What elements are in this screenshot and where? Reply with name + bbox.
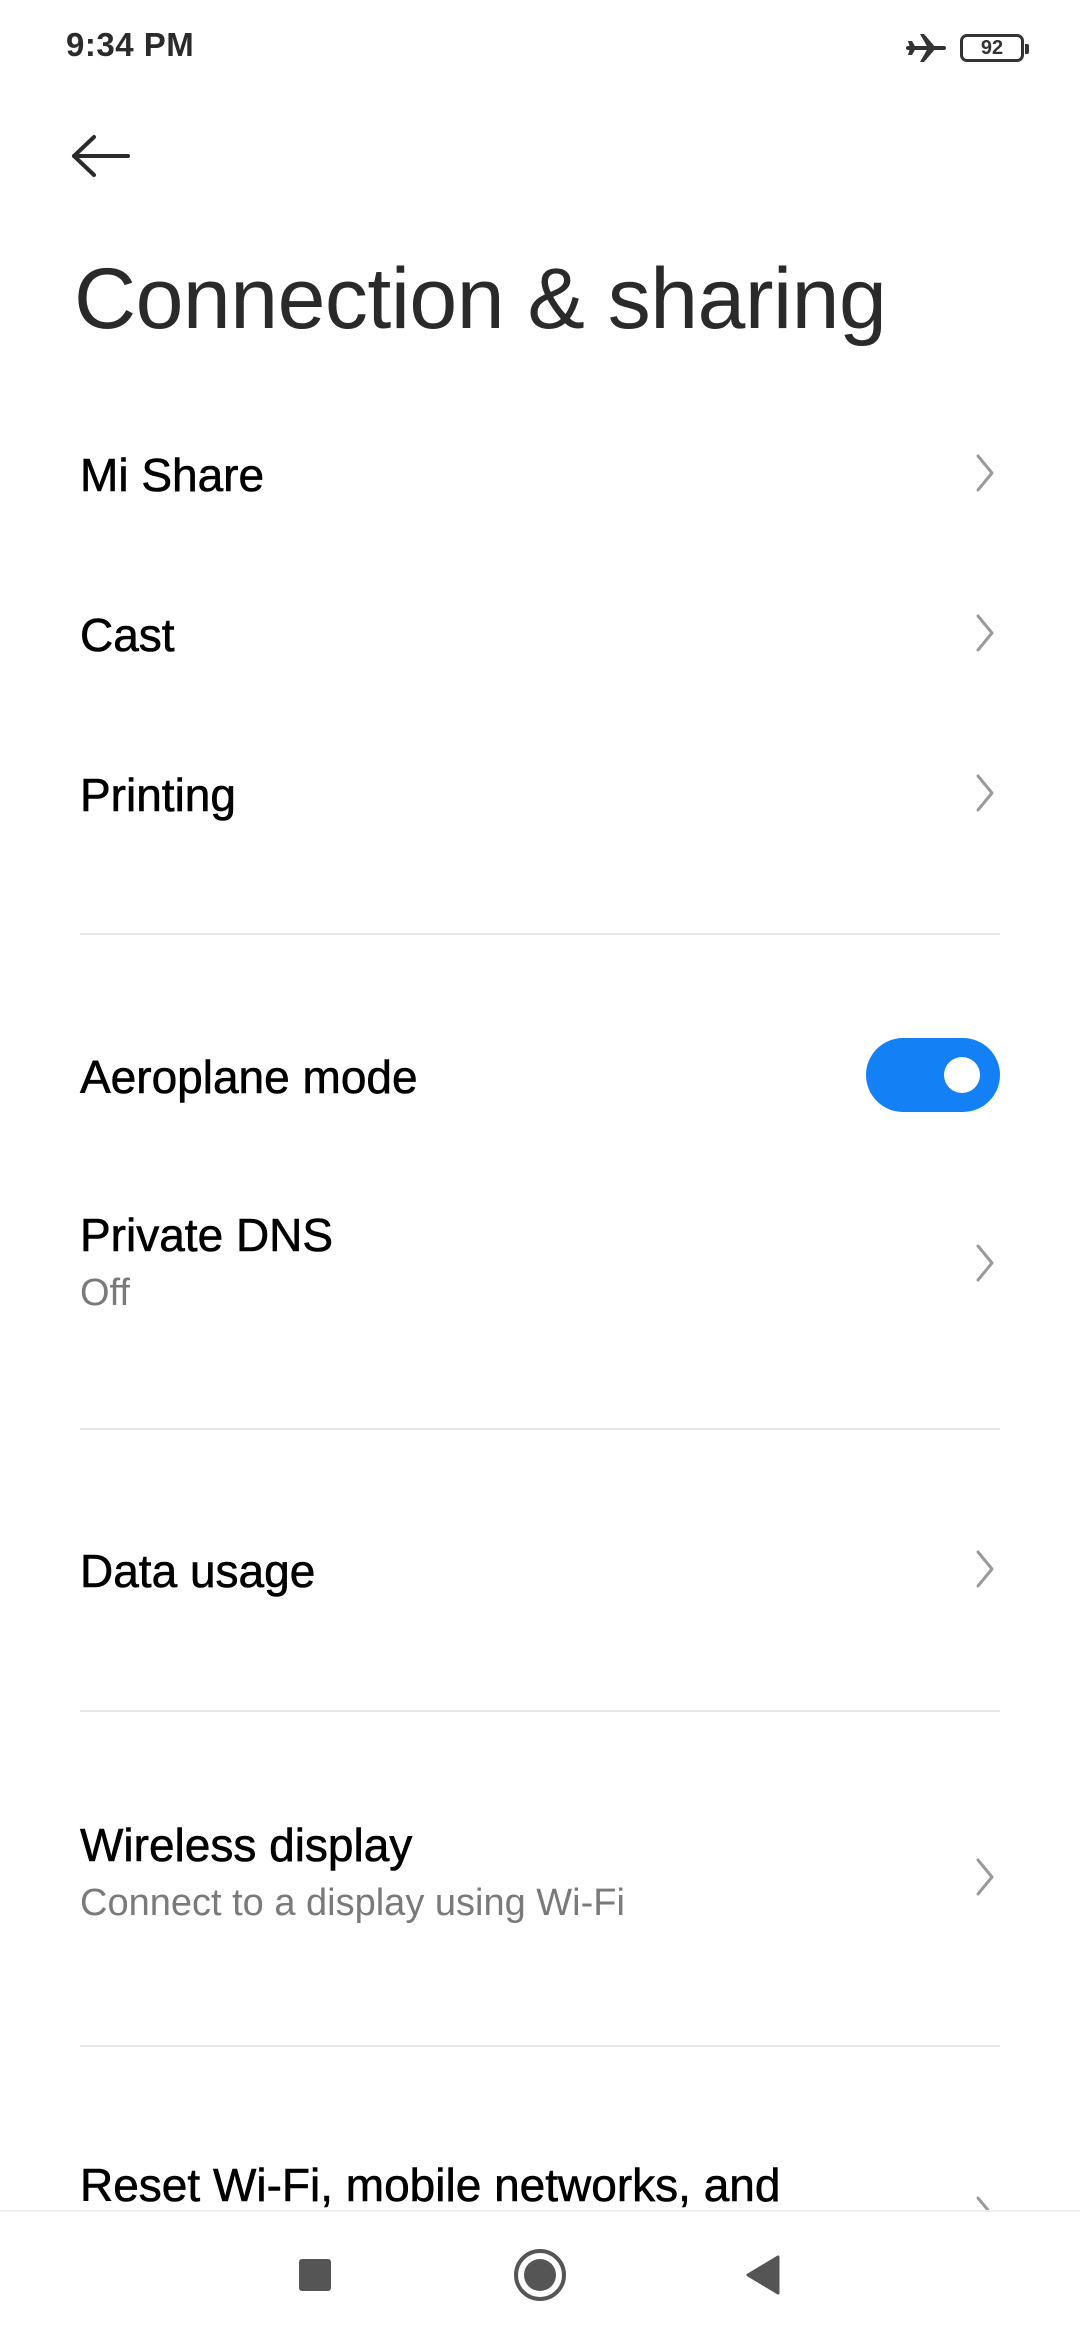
chevron-right-icon — [976, 614, 994, 652]
settings-item-wireless-display[interactable]: Wireless display Connect to a display us… — [80, 1800, 1000, 1950]
settings-item-summary: Connect to a display using Wi-Fi — [80, 1882, 625, 1924]
settings-item-mi-share[interactable]: Mi Share — [80, 418, 1000, 528]
settings-item-data-usage[interactable]: Data usage — [80, 1516, 1000, 1626]
settings-item-label: Wireless display — [80, 1819, 413, 1872]
settings-item-cast[interactable]: Cast — [80, 578, 1000, 688]
back-triangle-icon — [742, 2253, 782, 2302]
arrow-left-icon — [70, 134, 132, 183]
home-button[interactable] — [500, 2237, 580, 2317]
section-divider — [80, 2045, 1000, 2047]
battery-icon: 92 — [960, 34, 1029, 62]
chevron-right-icon — [976, 454, 994, 492]
battery-level: 92 — [980, 37, 1004, 59]
settings-item-label: Private DNS — [80, 1209, 334, 1262]
settings-item-label: Cast — [80, 609, 175, 662]
toggle-knob — [944, 1057, 980, 1093]
settings-item-aeroplane-mode[interactable]: Aeroplane mode — [80, 1020, 1000, 1130]
chevron-right-icon — [976, 1550, 994, 1588]
chevron-right-icon — [976, 1858, 994, 1896]
navigation-bar — [0, 2210, 1080, 2340]
recents-square-icon — [297, 2257, 333, 2298]
settings-item-label: Printing — [80, 769, 237, 822]
settings-item-summary: Off — [80, 1272, 130, 1314]
aeroplane-mode-toggle[interactable] — [866, 1038, 1000, 1112]
chevron-right-icon — [976, 1244, 994, 1282]
section-divider — [80, 1428, 1000, 1430]
airplane-icon — [906, 30, 946, 66]
settings-item-label: Aeroplane mode — [80, 1051, 418, 1104]
settings-item-label: Mi Share — [80, 449, 265, 502]
section-divider — [80, 1710, 1000, 1712]
status-time: 9:34 PM — [66, 26, 195, 63]
settings-item-private-dns[interactable]: Private DNS Off — [80, 1190, 1000, 1340]
status-bar: 9:34 PM 92 — [0, 0, 1080, 96]
settings-item-label: Data usage — [80, 1545, 316, 1598]
settings-item-printing[interactable]: Printing — [80, 738, 1000, 848]
section-divider — [80, 933, 1000, 935]
recents-button[interactable] — [275, 2237, 355, 2317]
nav-back-button[interactable] — [722, 2237, 802, 2317]
home-circle-icon — [512, 2247, 568, 2308]
settings-screen: 9:34 PM 92 Connection & sharing Mi Share… — [0, 0, 1080, 2340]
back-button[interactable] — [70, 118, 160, 198]
settings-item-label: Reset Wi-Fi, mobile networks, and — [80, 2159, 781, 2212]
page-title: Connection & sharing — [74, 251, 887, 347]
status-icons: 92 — [906, 28, 1029, 68]
chevron-right-icon — [976, 774, 994, 812]
